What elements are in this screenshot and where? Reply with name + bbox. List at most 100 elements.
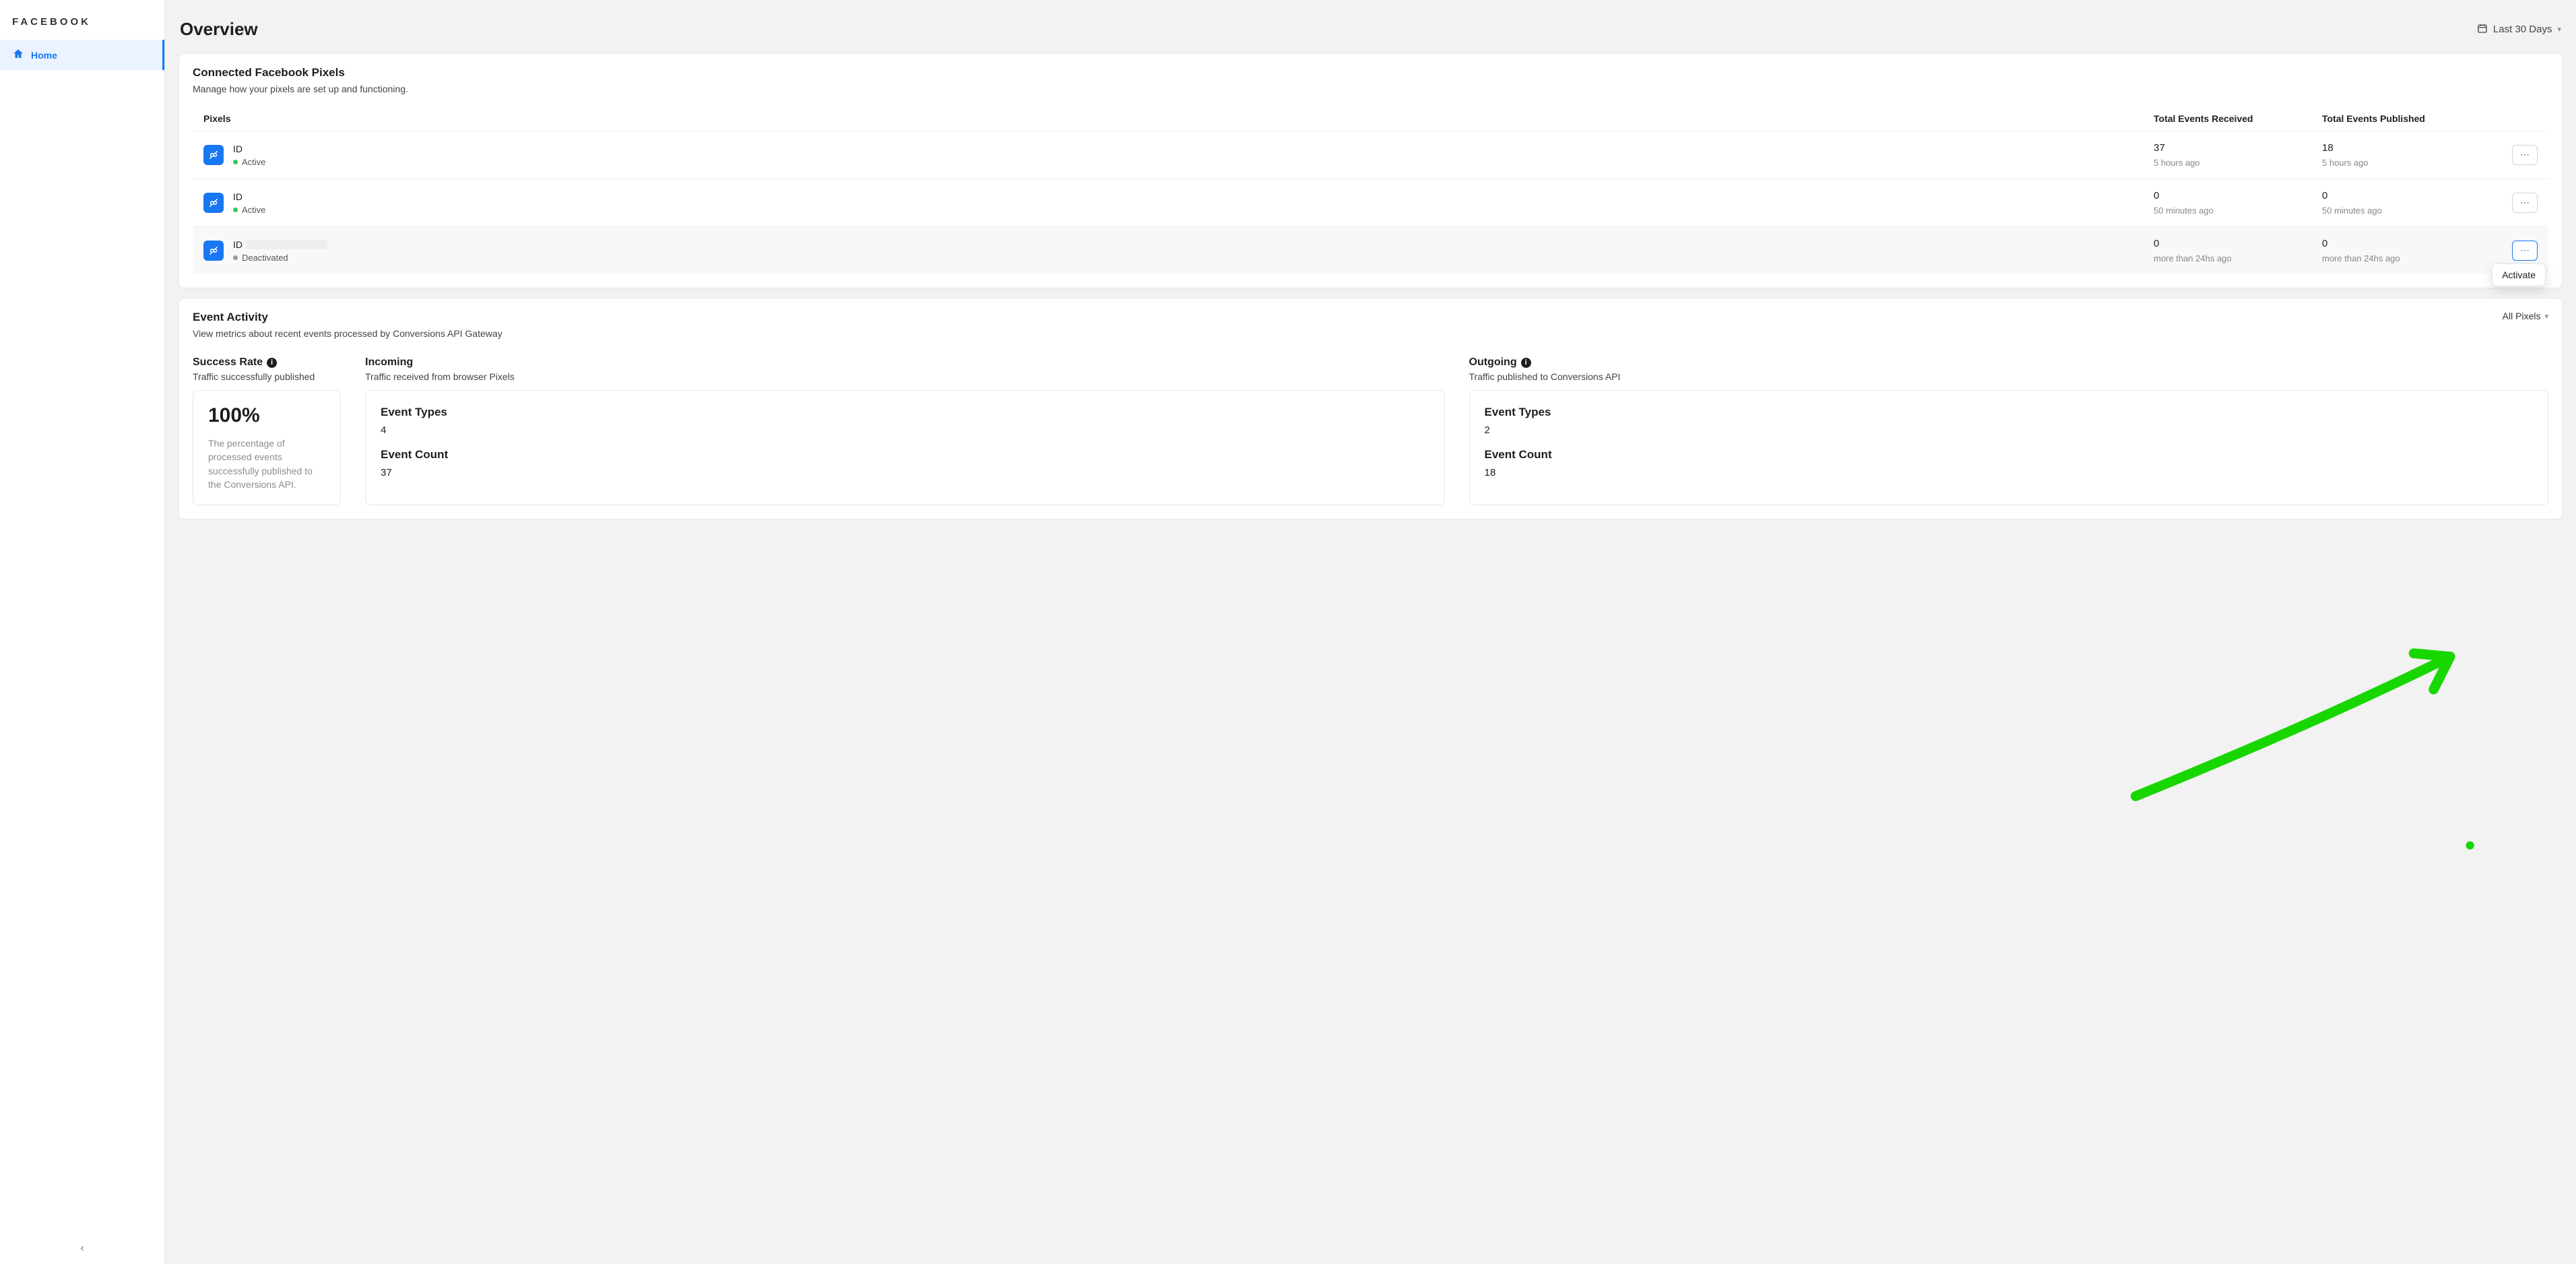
success-percentage: 100% [208, 404, 325, 427]
more-icon: ⋯ [2520, 150, 2529, 160]
redacted-id [247, 240, 327, 249]
published-cell: 0 50 minutes ago [2322, 190, 2490, 216]
received-value: 0 [2154, 238, 2322, 249]
table-header: Pixels Total Events Received Total Event… [193, 106, 2548, 131]
status-text: Active [242, 157, 265, 167]
pixel-filter-dropdown[interactable]: All Pixels ▾ [2503, 311, 2548, 321]
sidebar-item-home[interactable]: Home [0, 40, 164, 70]
event-count-label: Event Count [381, 448, 1429, 462]
pixel-id: ID [233, 239, 327, 250]
metric-title: Success Rate i [193, 356, 341, 369]
event-types-value: 2 [1485, 424, 2534, 436]
table-row: ID Active 37 5 hours ago 18 [193, 131, 2548, 179]
date-range-label: Last 30 Days [2493, 24, 2552, 35]
row-actions-button[interactable]: ⋯ [2512, 241, 2538, 261]
pixel-icon [203, 145, 224, 165]
metric-title: Outgoing i [1469, 356, 2549, 369]
success-card: 100% The percentage of processed events … [193, 390, 341, 505]
received-value: 0 [2154, 190, 2322, 201]
incoming-card: Event Types 4 Event Count 37 [365, 390, 1445, 505]
published-value: 0 [2322, 190, 2490, 201]
outgoing-block: Outgoing i Traffic published to Conversi… [1469, 356, 2549, 505]
info-icon[interactable]: i [267, 358, 277, 368]
event-types-value: 4 [381, 424, 1429, 436]
published-ago: more than 24hs ago [2322, 253, 2490, 263]
more-icon: ⋯ [2520, 245, 2529, 256]
card-subtitle: View metrics about recent events process… [193, 328, 503, 339]
metric-title-text: Outgoing [1469, 356, 1517, 369]
pixel-meta: ID Active [233, 144, 265, 167]
published-cell: 18 5 hours ago [2322, 142, 2490, 168]
event-count-value: 37 [381, 467, 1429, 478]
col-received: Total Events Received [2154, 113, 2322, 124]
pixel-status: Active [233, 157, 265, 167]
metric-subtitle: Traffic successfully published [193, 371, 341, 382]
received-cell: 0 more than 24hs ago [2154, 238, 2322, 263]
sidebar-collapse-button[interactable] [78, 1244, 86, 1255]
main-content: Overview Last 30 Days ▾ Connected Facebo… [165, 0, 2576, 1264]
received-cell: 37 5 hours ago [2154, 142, 2322, 168]
row-actions-button[interactable]: ⋯ [2512, 193, 2538, 213]
pixel-filter-label: All Pixels [2503, 311, 2541, 321]
metric-title-text: Success Rate [193, 356, 263, 369]
outgoing-card: Event Types 2 Event Count 18 [1469, 390, 2549, 505]
info-icon[interactable]: i [1521, 358, 1531, 368]
metric-subtitle: Traffic published to Conversions API [1469, 371, 2549, 382]
app-root: FACEBOOK Home Overview Last 30 Days ▾ Co… [0, 0, 2576, 1264]
event-count-value: 18 [1485, 467, 2534, 478]
event-types-label: Event Types [381, 406, 1429, 419]
status-dot-icon [233, 255, 238, 260]
pixels-table: Pixels Total Events Received Total Event… [193, 106, 2548, 274]
calendar-icon [2477, 23, 2488, 36]
pixel-id-label: ID [233, 191, 243, 202]
received-ago: 50 minutes ago [2154, 206, 2322, 216]
event-types-label: Event Types [1485, 406, 2534, 419]
page-header: Overview Last 30 Days ▾ [179, 19, 2563, 40]
pixel-meta: ID Active [233, 191, 265, 215]
home-icon [12, 48, 24, 62]
table-row: ID Deactivated 0 more than 24hs ago [193, 227, 2548, 274]
row-actions-menu: Activate [2492, 263, 2546, 286]
received-ago: more than 24hs ago [2154, 253, 2322, 263]
metric-title: Incoming [365, 356, 1445, 369]
published-ago: 5 hours ago [2322, 158, 2490, 168]
more-icon: ⋯ [2520, 197, 2529, 208]
col-published: Total Events Published [2322, 113, 2490, 124]
published-value: 0 [2322, 238, 2490, 249]
received-ago: 5 hours ago [2154, 158, 2322, 168]
metric-title-text: Incoming [365, 356, 413, 369]
sidebar-item-label: Home [31, 50, 57, 61]
card-subtitle: Manage how your pixels are set up and fu… [193, 84, 2548, 94]
date-range-picker[interactable]: Last 30 Days ▾ [2477, 23, 2561, 36]
metrics-row: Success Rate i Traffic successfully publ… [193, 356, 2548, 505]
metric-subtitle: Traffic received from browser Pixels [365, 371, 1445, 382]
event-activity-card: Event Activity View metrics about recent… [179, 298, 2563, 519]
card-title: Connected Facebook Pixels [193, 66, 2548, 80]
pixel-cell: ID Active [203, 144, 2154, 167]
published-ago: 50 minutes ago [2322, 206, 2490, 216]
pixel-id: ID [233, 144, 265, 154]
table-row: ID Active 0 50 minutes ago 0 [193, 179, 2548, 227]
event-count-label: Event Count [1485, 448, 2534, 462]
success-description: The percentage of processed events succe… [208, 437, 325, 491]
received-value: 37 [2154, 142, 2322, 154]
status-text: Deactivated [242, 253, 288, 263]
sidebar: FACEBOOK Home [0, 0, 165, 1264]
pixel-status: Deactivated [233, 253, 327, 263]
pixel-icon [203, 193, 224, 213]
activate-menu-item[interactable]: Activate [2502, 270, 2536, 280]
pixel-status: Active [233, 205, 265, 215]
status-dot-icon [233, 160, 238, 164]
card-title: Event Activity [193, 311, 503, 324]
row-actions-button[interactable]: ⋯ [2512, 145, 2538, 165]
published-value: 18 [2322, 142, 2490, 154]
pixel-icon [203, 241, 224, 261]
brand-logo: FACEBOOK [0, 0, 164, 40]
status-dot-icon [233, 208, 238, 212]
pixel-cell: ID Deactivated [203, 239, 2154, 263]
pixel-id-label: ID [233, 144, 243, 154]
pixel-meta: ID Deactivated [233, 239, 327, 263]
pixel-cell: ID Active [203, 191, 2154, 215]
col-pixels: Pixels [203, 113, 2154, 124]
pixel-id: ID [233, 191, 265, 202]
